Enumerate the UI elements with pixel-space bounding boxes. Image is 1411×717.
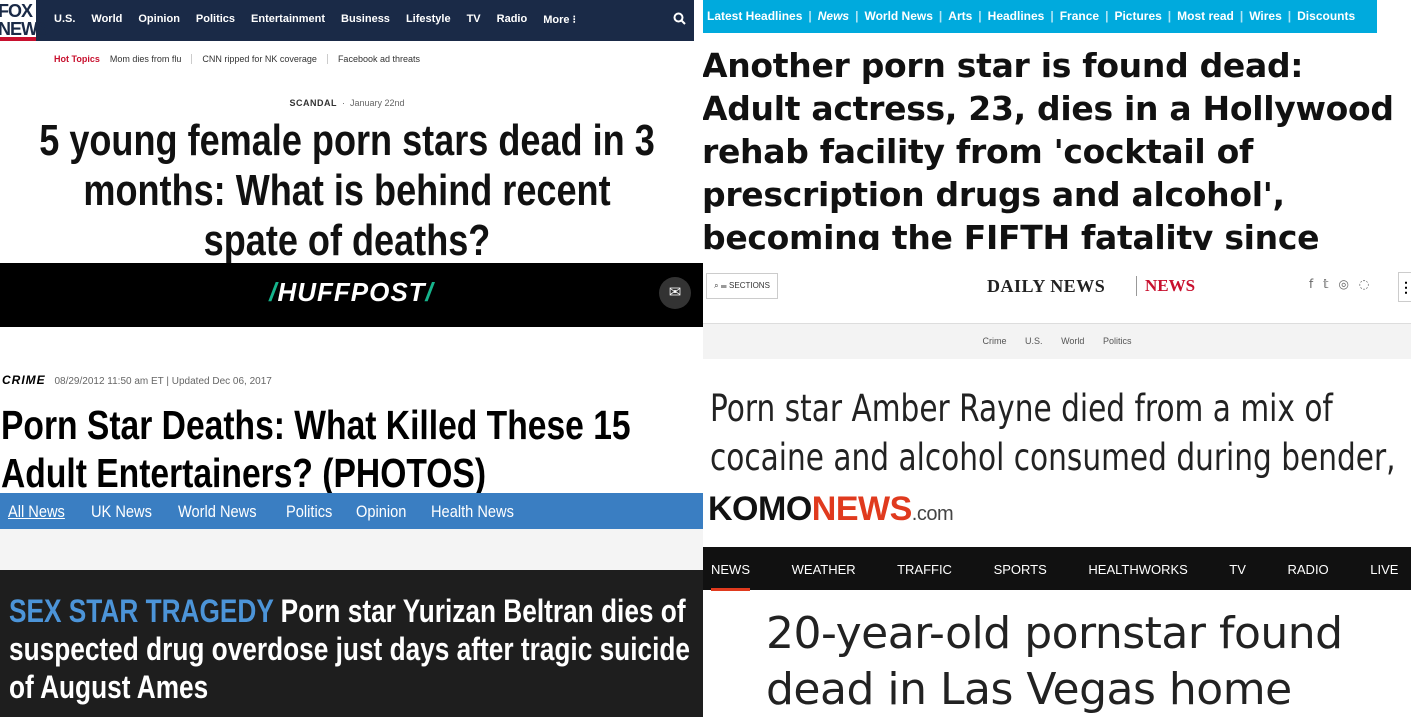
nav-world-news[interactable]: World News — [178, 502, 257, 522]
fox-logo-stripe — [0, 37, 36, 41]
hot-topic-link[interactable]: CNN ripped for NK coverage — [202, 54, 328, 64]
komo-nav-news[interactable]: NEWS — [711, 562, 750, 591]
ind-headline-wrap: SEX STAR TRAGEDY Porn star Yurizan Beltr… — [9, 592, 703, 706]
fox-date: January 22nd — [349, 98, 405, 108]
dn-subnav-crime[interactable]: Crime — [983, 336, 1007, 346]
dm-nav-news[interactable]: News — [818, 9, 849, 23]
fox-category[interactable]: SCANDAL — [289, 98, 337, 108]
huff-section[interactable]: CRIME — [2, 373, 46, 387]
huff-dateline: 08/29/2012 11:50 am ET | Updated Dec 06,… — [54, 376, 272, 387]
huffpost-logo[interactable]: /HUFFPOST/ — [0, 277, 703, 308]
nav-opinion[interactable]: Opinion — [356, 502, 406, 522]
komo-logo[interactable]: KOMONEWS.com — [708, 490, 954, 529]
dn-subnav-items: Crime U.S. World Politics — [703, 336, 1411, 346]
huff-headline: Porn Star Deaths: What Killed These 15 A… — [1, 402, 631, 493]
fox-article-meta: SCANDAL · January 22nd — [0, 98, 694, 108]
dm-nav-pictures[interactable]: Pictures — [1114, 9, 1161, 23]
dn-headline: Porn star Amber Rayne died from a mix of… — [710, 387, 1396, 486]
dm-nav-wires[interactable]: Wires — [1249, 9, 1282, 23]
menu-icon: ☰ — [720, 281, 727, 290]
fox-nav-entertainment[interactable]: Entertainment — [251, 13, 325, 26]
logo-slash-right: / — [425, 277, 434, 307]
search-icon[interactable] — [673, 12, 686, 28]
fox-news-panel: FOX NEWS U.S. World Opinion Politics Ent… — [0, 0, 694, 263]
komo-nav-tv[interactable]: TV — [1229, 562, 1246, 577]
fox-nav-lifestyle[interactable]: Lifestyle — [406, 13, 451, 26]
dm-nav-latest[interactable]: Latest Headlines — [707, 9, 802, 23]
sections-button[interactable]: ⌕ ☰ SECTIONS — [706, 273, 778, 299]
fox-nav-tv[interactable]: TV — [467, 13, 481, 26]
hot-topic-link[interactable]: Mom dies from flu — [110, 54, 193, 64]
komo-nav-radio[interactable]: RADIO — [1288, 562, 1329, 577]
dn-subnav-politics[interactable]: Politics — [1103, 336, 1132, 346]
dn-headline-wrap: Porn star Amber Rayne died from a mix of… — [710, 384, 1411, 486]
fox-nav-more[interactable]: More ⁝ — [543, 13, 576, 26]
dm-nav-items: Latest Headlines | News | World News | Arts | He… — [707, 9, 1356, 23]
hot-topic-link[interactable]: Facebook ad threats — [338, 54, 430, 64]
fox-nav-business[interactable]: Business — [341, 13, 390, 26]
fox-nav-radio[interactable]: Radio — [497, 13, 528, 26]
komo-nav-bar: NEWS WEATHER TRAFFIC SPORTS HEALTHWORKS … — [703, 547, 1411, 591]
nav-all-news[interactable]: All News — [8, 502, 65, 522]
komo-nav-sports[interactable]: SPORTS — [994, 562, 1047, 577]
dm-nav-world[interactable]: World News — [864, 9, 932, 23]
ind-nav-bar: All News UK News World News Politics Opi… — [0, 493, 703, 529]
dn-subnav: Crime U.S. World Politics — [703, 323, 1411, 359]
komo-nav-items: NEWS WEATHER TRAFFIC SPORTS HEALTHWORKS … — [711, 562, 1411, 591]
nav-health-news[interactable]: Health News — [431, 502, 514, 522]
hot-topics-label: Hot Topics — [54, 54, 100, 64]
dm-nav-arts[interactable]: Arts — [948, 9, 972, 23]
huff-headline-wrap: Porn Star Deaths: What Killed These 15 A… — [1, 401, 703, 493]
fox-headline-wrap: 5 young female porn stars dead in 3 mont… — [0, 116, 694, 263]
envelope-icon[interactable]: ✉ — [659, 277, 691, 309]
fox-main-menu: U.S. World Opinion Politics Entertainmen… — [54, 13, 592, 26]
dn-section-label[interactable]: NEWS — [1136, 276, 1195, 296]
dn-header: ⌕ ☰ SECTIONS DAILY NEWS NEWS f 𝕥 ◎ ◌ ⋮ — [703, 250, 1411, 323]
meta-separator: · — [339, 98, 350, 108]
komo-nav-weather[interactable]: WEATHER — [792, 562, 856, 577]
ind-spacer — [0, 529, 703, 570]
fox-nav-opinion[interactable]: Opinion — [138, 13, 180, 26]
daily-news-logo[interactable]: DAILY NEWS — [987, 276, 1105, 297]
dn-subnav-world[interactable]: World — [1061, 336, 1084, 346]
dm-nav-bar: Latest Headlines | News | World News | Arts | He… — [703, 0, 1377, 33]
fox-news-logo[interactable]: FOX NEWS — [0, 0, 49, 41]
huffpost-panel: /HUFFPOST/ ✉ CRIME 08/29/2012 11:50 am E… — [0, 263, 703, 493]
more-icon[interactable]: ⋮ — [1398, 272, 1411, 302]
komo-nav-healthworks[interactable]: HEALTHWORKS — [1088, 562, 1187, 577]
ind-headline-box: SEX STAR TRAGEDY Porn star Yurizan Beltr… — [0, 570, 703, 717]
nav-politics[interactable]: Politics — [286, 502, 332, 522]
fox-nav-world[interactable]: World — [91, 13, 122, 26]
dm-nav-most-read[interactable]: Most read — [1177, 9, 1234, 23]
fox-nav-politics[interactable]: Politics — [196, 13, 235, 26]
komo-headline: 20-year-old pornstar found dead in Las V… — [766, 608, 1343, 715]
komo-news-panel: KOMONEWS.com NEWS WEATHER TRAFFIC SPORTS… — [703, 486, 1411, 717]
dn-subnav-us[interactable]: U.S. — [1025, 336, 1043, 346]
huff-article-meta: CRIME 08/29/2012 11:50 am ET | Updated D… — [2, 373, 272, 387]
komo-nav-traffic[interactable]: TRAFFIC — [897, 562, 952, 577]
dm-nav-discounts[interactable]: Discounts — [1297, 9, 1355, 23]
search-icon[interactable]: ⌕ — [714, 281, 718, 290]
dm-nav-france[interactable]: France — [1060, 9, 1099, 23]
huff-header-bar: /HUFFPOST/ ✉ — [0, 263, 703, 327]
fox-nav-bar: FOX NEWS U.S. World Opinion Politics Ent… — [0, 0, 694, 41]
daily-mail-panel: Latest Headlines | News | World News | Arts | He… — [703, 0, 1411, 250]
daily-news-panel: ⌕ ☰ SECTIONS DAILY NEWS NEWS f 𝕥 ◎ ◌ ⋮ C… — [703, 250, 1411, 486]
fox-headline: 5 young female porn stars dead in 3 mont… — [39, 116, 655, 263]
social-icons[interactable]: f 𝕥 ◎ ◌ — [1309, 277, 1372, 291]
fox-nav-us[interactable]: U.S. — [54, 13, 75, 26]
dm-nav-headlines[interactable]: Headlines — [988, 9, 1045, 23]
komo-nav-live[interactable]: LIVE — [1370, 562, 1398, 577]
ind-nav-items: All News UK News World News Politics Opi… — [8, 502, 525, 522]
ind-headline: SEX STAR TRAGEDY Porn star Yurizan Beltr… — [9, 593, 690, 705]
dm-headline: Another porn star is found dead: Adult a… — [703, 46, 1394, 250]
ind-kicker: SEX STAR TRAGEDY — [9, 593, 274, 629]
blue-nav-news-panel: All News UK News World News Politics Opi… — [0, 493, 703, 717]
nav-uk-news[interactable]: UK News — [91, 502, 152, 522]
fox-hot-topics: Hot Topics Mom dies from flu CNN ripped … — [54, 54, 440, 64]
